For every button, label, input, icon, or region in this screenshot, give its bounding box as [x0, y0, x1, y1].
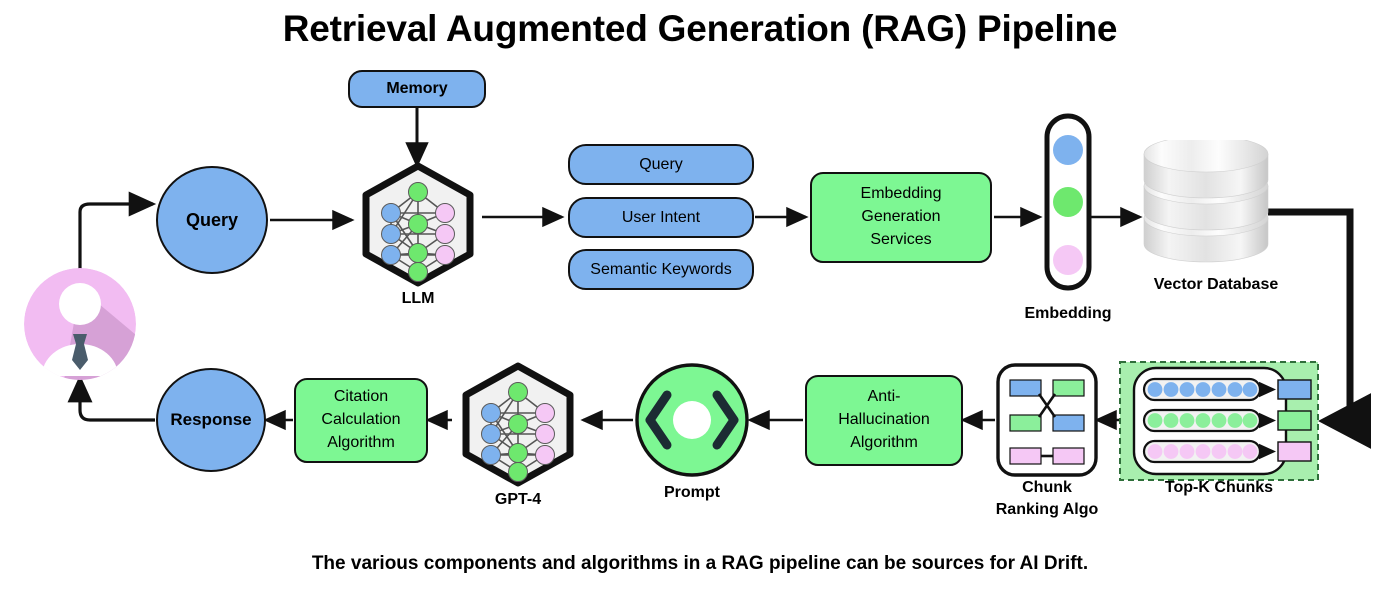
node-parsed-user-intent[interactable]: User Intent	[568, 197, 754, 238]
node-topk-chunks-label: Top-K Chunks	[1164, 479, 1274, 496]
node-chunk-ranking-algo-label: Chunk Ranking Algo	[995, 479, 1099, 518]
node-query-label: Query	[185, 209, 239, 230]
node-gpt4[interactable]	[452, 362, 584, 492]
cca-line-2: Calculation	[321, 411, 401, 429]
node-prompt-label: Prompt	[664, 484, 720, 501]
node-vector-database[interactable]	[1136, 140, 1296, 270]
node-query[interactable]: Query	[156, 166, 268, 274]
egs-line-2: Generation	[861, 208, 941, 226]
node-llm-label: LLM	[401, 290, 435, 307]
node-llm[interactable]	[352, 162, 484, 292]
node-citation-calculation-algorithm[interactable]: Citation Calculation Algorithm	[294, 378, 428, 463]
user-avatar	[24, 268, 136, 380]
neural-network-icon	[362, 162, 474, 287]
database-icon	[1143, 140, 1269, 263]
cca-line-1: Citation	[333, 388, 389, 406]
node-chunk-ranking-algo[interactable]	[995, 362, 1099, 478]
node-prompt[interactable]	[633, 362, 751, 478]
node-embedding-label: Embedding	[1024, 305, 1112, 322]
node-parsed-semantic-keywords-label: Semantic Keywords	[590, 260, 732, 278]
node-anti-hallucination-algorithm[interactable]: Anti- Hallucination Algorithm	[805, 375, 963, 466]
node-memory-label: Memory	[386, 80, 448, 97]
node-parsed-user-intent-label: User Intent	[621, 208, 701, 226]
egs-line-3: Services	[870, 230, 932, 248]
node-embedding[interactable]	[1040, 112, 1096, 292]
node-response[interactable]: Response	[156, 368, 266, 472]
node-topk-chunks[interactable]	[1118, 360, 1320, 482]
egs-line-1: Embedding	[860, 185, 942, 203]
aha-line-3: Algorithm	[850, 433, 918, 451]
node-parsed-query-label: Query	[639, 155, 683, 173]
node-memory[interactable]: Memory	[348, 70, 486, 108]
node-response-label: Response	[170, 410, 252, 429]
node-embedding-generation-services[interactable]: Embedding Generation Services	[810, 172, 992, 263]
node-gpt4-label: GPT-4	[494, 491, 542, 508]
node-vector-database-label: Vector Database	[1153, 276, 1279, 293]
connector-layer	[67, 107, 1372, 449]
diagram-canvas: Retrieval Augmented Generation (RAG) Pip…	[0, 0, 1400, 607]
aha-line-1: Anti-	[867, 388, 901, 406]
aha-line-2: Hallucination	[838, 411, 930, 429]
cca-line-3: Algorithm	[327, 433, 395, 451]
neural-network-icon	[462, 362, 574, 487]
node-parsed-semantic-keywords[interactable]: Semantic Keywords	[568, 249, 754, 290]
node-parsed-query[interactable]: Query	[568, 144, 754, 185]
figure-caption: The various components and algorithms in…	[311, 553, 1089, 574]
